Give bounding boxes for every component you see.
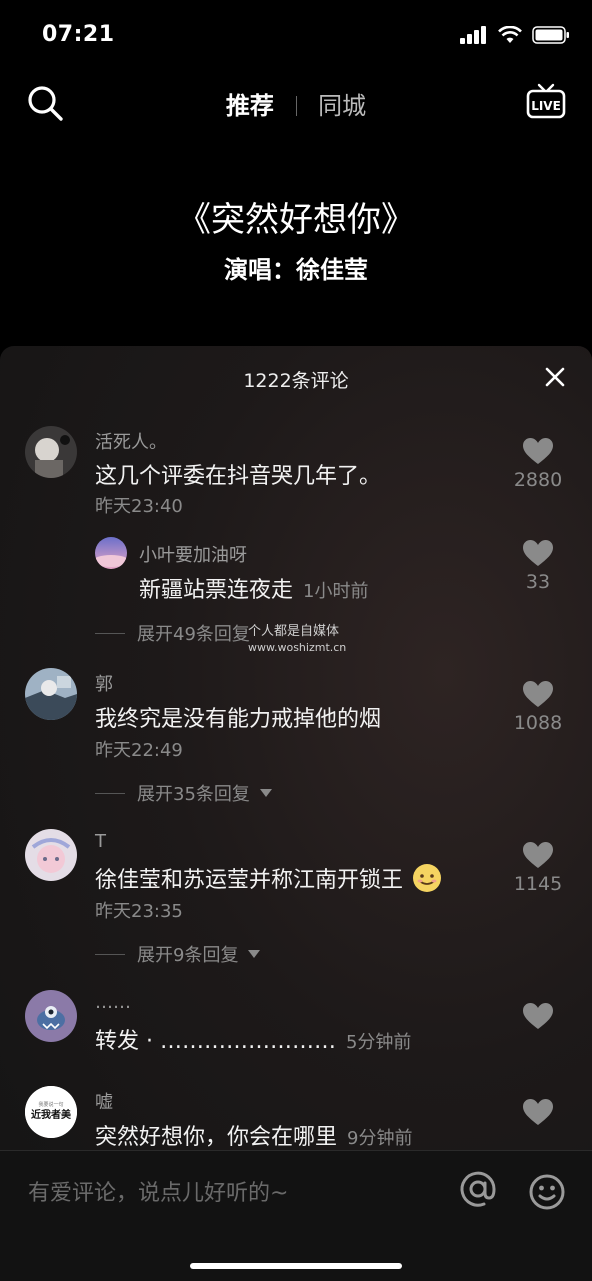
comment-time: 9分钟前 [347,1128,413,1149]
like-button[interactable]: 2880 [502,438,574,491]
like-count: 2880 [513,469,563,491]
avatar[interactable] [25,990,77,1042]
expand-replies[interactable]: 展开49条回复 [95,620,250,646]
song-singer: 演唱：徐佳莹 [224,255,368,284]
comment-author[interactable]: 郭 [95,670,113,696]
comment-text[interactable]: 徐佳莹和苏运莹并称江南开锁王 [95,862,442,894]
watermark-url: www.woshizmt.cn [248,641,347,654]
watermark-text: 个人都是自媒体 [248,624,340,639]
heart-icon [523,1099,553,1125]
comment-author[interactable]: T [95,831,106,852]
avatar-text: 近我者美 [31,1108,72,1121]
reply-time: 1小时前 [303,581,369,602]
home-indicator [190,1263,402,1269]
comment-text-content: 突然好想你，你会在哪里 [95,1125,338,1150]
reply-like-button[interactable]: 33 [502,540,574,593]
avatar[interactable] [25,426,77,478]
like-button[interactable]: 1088 [502,681,574,734]
tab-local[interactable]: 同城 [318,92,366,120]
comment-text[interactable]: 转发 · …………………… 5分钟前 [95,1023,411,1055]
status-icons [460,26,570,44]
emoji-icon[interactable] [528,1173,566,1211]
comment-input[interactable]: 有爱评论，说点儿好听的~ [28,1175,288,1207]
avatar[interactable] [25,668,77,720]
wifi-icon [498,26,522,43]
comment-time: 昨天22:49 [95,740,183,761]
heart-icon [523,842,553,868]
comment-time: 昨天23:40 [95,496,183,517]
feed-tabs: 推荐 同城 [0,86,592,121]
status-bar: 07:21 [0,0,592,72]
avatar-small-text: 我要说一句 [38,1101,63,1108]
avatar[interactable] [25,829,77,881]
reply-avatar[interactable] [95,537,127,569]
status-time: 07:21 [42,22,115,47]
comment-time: 昨天23:35 [95,901,183,922]
comment-input-bar: 有爱评论，说点儿好听的~ [0,1150,592,1281]
comment-author[interactable]: 活死人。 [95,428,167,454]
heart-icon [523,1003,553,1029]
like-count: 33 [525,571,551,593]
comment-time: 5分钟前 [345,1032,412,1053]
tab-divider [295,96,297,116]
comment-text[interactable]: 这几个评委在抖音哭几年了。 [95,458,381,490]
watermark: 个人都是自媒体 www.woshizmt.cn [248,624,346,656]
like-count: 1088 [513,712,563,734]
comment-text-content: 转发 · …………………… [95,1029,336,1054]
comment-text[interactable]: 突然好想你，你会在哪里 9分钟前 [95,1119,412,1151]
expand-label: 展开49条回复 [137,624,250,645]
divider-line [95,792,125,794]
comment-text[interactable]: 我终究是没有能力戒掉他的烟 [95,701,381,733]
comment-author[interactable]: 嘘 [95,1088,113,1114]
like-button[interactable] [502,1099,574,1126]
song-title: 《突然好想你》 [177,200,415,240]
reply-text-content: 新疆站票连夜走 [139,578,294,603]
divider-line [95,953,125,955]
heart-icon [523,540,553,566]
avatar[interactable]: 我要说一句 近我者美 [25,1086,77,1138]
battery-icon [532,26,569,44]
heart-icon [523,681,553,707]
live-label: LIVE [531,99,561,113]
signal-icon [460,26,486,44]
expand-replies[interactable]: 展开9条回复 [95,941,261,967]
comment-count: 1222条评论 [243,370,349,392]
top-nav: 推荐 同城 LIVE [0,72,592,136]
like-count: 1145 [513,873,563,895]
close-icon[interactable] [544,366,566,388]
chevron-down-icon [248,950,261,958]
smile-emoji-icon [413,864,442,892]
comment-text-content: 徐佳莹和苏运莹并称江南开锁王 [95,868,404,893]
tab-recommend[interactable]: 推荐 [226,92,274,120]
expand-label: 展开35条回复 [137,784,250,805]
reply-author[interactable]: 小叶要加油呀 [139,541,247,567]
comments-header: 1222条评论 [0,346,592,408]
reply-text[interactable]: 新疆站票连夜走 1小时前 [139,572,368,604]
like-button[interactable]: 1145 [502,842,574,895]
comment-author[interactable]: …… [95,992,131,1013]
live-icon[interactable]: LIVE [526,82,566,122]
expand-label: 展开9条回复 [137,945,239,966]
heart-icon [523,438,553,464]
expand-replies[interactable]: 展开35条回复 [95,780,272,806]
divider-line [95,632,125,634]
at-mention-icon[interactable] [458,1169,498,1209]
chevron-down-icon [259,789,272,797]
like-button[interactable] [502,1003,574,1030]
